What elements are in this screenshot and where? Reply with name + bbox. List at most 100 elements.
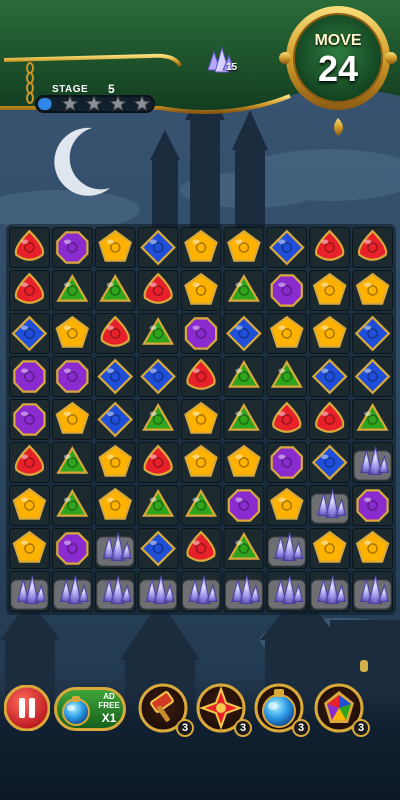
- board-cell-crystal-rock[interactable]: [137, 571, 179, 612]
- pause-button[interactable]: [4, 685, 50, 731]
- board-cell-purple-gem[interactable]: [266, 270, 308, 311]
- board-cell-crystal-rock[interactable]: [94, 528, 136, 569]
- booster-count-rainbow-gem: 3: [352, 719, 370, 737]
- board-cell-green-gem[interactable]: [223, 528, 265, 569]
- board-cell-purple-gem[interactable]: [51, 356, 93, 397]
- board-cell-yellow-gem[interactable]: [180, 270, 222, 311]
- board-cell-red-gem[interactable]: [9, 270, 50, 311]
- board-cell-crystal-rock[interactable]: [51, 571, 93, 612]
- board-cell-green-gem[interactable]: [51, 270, 93, 311]
- board-cell-crystal-rock[interactable]: [94, 571, 136, 612]
- board-cell-yellow-gem[interactable]: [180, 442, 222, 483]
- board-cell-crystal-rock[interactable]: [266, 571, 308, 612]
- board-cell-yellow-gem[interactable]: [9, 485, 50, 526]
- board-cell-green-gem[interactable]: [266, 356, 308, 397]
- board-cell-green-gem[interactable]: [180, 485, 222, 526]
- board-cell-red-gem[interactable]: [137, 442, 179, 483]
- stage-number: 5: [108, 82, 115, 96]
- board-cell-blue-gem[interactable]: [9, 313, 50, 354]
- board-cell-yellow-gem[interactable]: [94, 485, 136, 526]
- board-cell-purple-gem[interactable]: [352, 485, 394, 526]
- board-cell-green-gem[interactable]: [223, 399, 265, 440]
- ad-free-line1: AD: [103, 692, 115, 701]
- board-cell-blue-gem[interactable]: [223, 313, 265, 354]
- board-cell-red-gem[interactable]: [137, 270, 179, 311]
- gem-board[interactable]: [8, 226, 394, 613]
- board-cell-yellow-gem[interactable]: [266, 485, 308, 526]
- board-cell-blue-gem[interactable]: [266, 227, 308, 268]
- booster-potion[interactable]: 3: [254, 683, 310, 739]
- board-cell-yellow-gem[interactable]: [9, 528, 50, 569]
- board-cell-red-gem[interactable]: [180, 356, 222, 397]
- board-cell-crystal-rock[interactable]: [352, 571, 394, 612]
- board-cell-red-gem[interactable]: [94, 313, 136, 354]
- board-cell-crystal-rock[interactable]: [352, 442, 394, 483]
- board-cell-blue-gem[interactable]: [137, 227, 179, 268]
- board-cell-blue-gem[interactable]: [309, 356, 351, 397]
- board-cell-blue-gem[interactable]: [137, 356, 179, 397]
- board-cell-yellow-gem[interactable]: [266, 313, 308, 354]
- ad-free-line2: FREE: [98, 701, 120, 710]
- board-cell-yellow-gem[interactable]: [180, 399, 222, 440]
- stage-label: STAGE: [52, 84, 89, 95]
- board-cell-crystal-rock[interactable]: [180, 571, 222, 612]
- board-cell-green-gem[interactable]: [137, 313, 179, 354]
- board-cell-yellow-gem[interactable]: [352, 270, 394, 311]
- crystal-goal-count: 15: [226, 62, 238, 73]
- board-cell-yellow-gem[interactable]: [180, 227, 222, 268]
- board-cell-red-gem[interactable]: [180, 528, 222, 569]
- board-cell-purple-gem[interactable]: [9, 399, 50, 440]
- board-cell-crystal-rock[interactable]: [223, 571, 265, 612]
- board-cell-red-gem[interactable]: [9, 227, 50, 268]
- board-cell-red-gem[interactable]: [309, 227, 351, 268]
- board-cell-red-gem[interactable]: [309, 399, 351, 440]
- board-cell-yellow-gem[interactable]: [94, 227, 136, 268]
- move-count: 24: [317, 48, 359, 89]
- potion-icon: [62, 696, 90, 726]
- board-cell-yellow-gem[interactable]: [309, 528, 351, 569]
- board-cell-yellow-gem[interactable]: [223, 227, 265, 268]
- board-cell-yellow-gem[interactable]: [94, 442, 136, 483]
- board-cell-purple-gem[interactable]: [266, 442, 308, 483]
- board-cell-purple-gem[interactable]: [9, 356, 50, 397]
- board-cell-yellow-gem[interactable]: [309, 270, 351, 311]
- board-cell-crystal-rock[interactable]: [309, 571, 351, 612]
- board-cell-blue-gem[interactable]: [94, 399, 136, 440]
- board-cell-blue-gem[interactable]: [309, 442, 351, 483]
- booster-hammer[interactable]: 3: [138, 683, 194, 739]
- booster-count-potion: 3: [292, 719, 310, 737]
- board-cell-green-gem[interactable]: [137, 485, 179, 526]
- board-cell-crystal-rock[interactable]: [309, 485, 351, 526]
- board-cell-blue-gem[interactable]: [94, 356, 136, 397]
- booster-cross-blast[interactable]: 3: [196, 683, 252, 739]
- board-cell-green-gem[interactable]: [223, 270, 265, 311]
- board-cell-red-gem[interactable]: [266, 399, 308, 440]
- board-cell-yellow-gem[interactable]: [352, 528, 394, 569]
- hud-text-layer: STAGE 5 15 MOVE 24: [0, 0, 400, 130]
- board-cell-purple-gem[interactable]: [51, 528, 93, 569]
- board-cell-red-gem[interactable]: [9, 442, 50, 483]
- board-cell-yellow-gem[interactable]: [51, 313, 93, 354]
- ad-free-booster-button[interactable]: AD FREE X1: [54, 687, 126, 731]
- board-cell-red-gem[interactable]: [352, 227, 394, 268]
- board-cell-purple-gem[interactable]: [51, 227, 93, 268]
- board-cell-purple-gem[interactable]: [223, 485, 265, 526]
- board-cell-green-gem[interactable]: [352, 399, 394, 440]
- board-cell-purple-gem[interactable]: [180, 313, 222, 354]
- board-cell-blue-gem[interactable]: [352, 313, 394, 354]
- board-cell-yellow-gem[interactable]: [309, 313, 351, 354]
- board-cell-green-gem[interactable]: [223, 356, 265, 397]
- board-cell-blue-gem[interactable]: [137, 528, 179, 569]
- board-cell-green-gem[interactable]: [51, 442, 93, 483]
- board-cell-green-gem[interactable]: [51, 485, 93, 526]
- board-cell-yellow-gem[interactable]: [223, 442, 265, 483]
- booster-rainbow-gem[interactable]: 3: [314, 683, 370, 739]
- board-cell-green-gem[interactable]: [94, 270, 136, 311]
- booster-count-cross-blast: 3: [234, 719, 252, 737]
- board-cell-yellow-gem[interactable]: [51, 399, 93, 440]
- board-cell-blue-gem[interactable]: [352, 356, 394, 397]
- board-cell-green-gem[interactable]: [137, 399, 179, 440]
- board-cell-crystal-rock[interactable]: [9, 571, 50, 612]
- ad-free-multiplier: X1: [101, 711, 117, 725]
- board-cell-crystal-rock[interactable]: [266, 528, 308, 569]
